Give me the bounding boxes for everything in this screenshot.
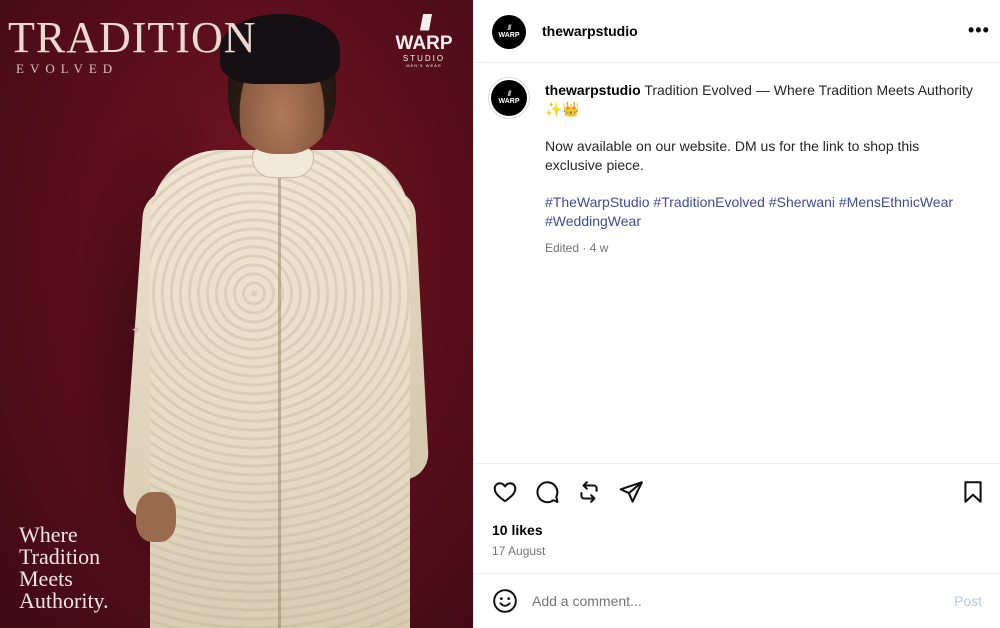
bookmark-icon[interactable]: [960, 479, 986, 505]
header-username[interactable]: thewarpstudio: [542, 23, 638, 39]
heart-icon[interactable]: [492, 479, 518, 505]
avatar-text: WARP: [498, 97, 520, 105]
caption-username[interactable]: thewarpstudio: [545, 82, 641, 98]
avatar-text: WARP: [498, 31, 520, 39]
comment-icon[interactable]: [534, 479, 560, 505]
post-comment-button[interactable]: Post: [954, 593, 982, 609]
post-side-panel: /// WARP thewarpstudio ••• /// WARP thew…: [473, 0, 1000, 628]
tagline-line-4: Authority.: [19, 588, 109, 613]
post-image[interactable]: ✦ TRADITION EVOLVED //// WARP STUDIO MEN…: [0, 0, 473, 628]
brand-studio: STUDIO: [402, 54, 446, 63]
caption-meta: Edited · 4 w: [545, 241, 609, 255]
sherwani-placket: [278, 160, 281, 628]
action-bar: 10 likes 17 August: [474, 463, 1000, 573]
repost-icon[interactable]: [576, 479, 602, 505]
caption-text: thewarpstudio Tradition Evolved — Where …: [545, 81, 975, 258]
brand-mens-wear: MEN'S WEAR: [406, 63, 442, 68]
emoji-icon[interactable]: [492, 588, 518, 614]
image-tagline: Where Tradition Meets Authority.: [19, 524, 109, 612]
caption-area: /// WARP thewarpstudio Tradition Evolved…: [474, 63, 1000, 463]
image-title: TRADITION: [8, 13, 257, 62]
model-hand: [136, 492, 176, 542]
caption-hashtags[interactable]: #TheWarpStudio #TraditionEvolved #Sherwa…: [545, 193, 975, 231]
caption-first-line: thewarpstudio Tradition Evolved — Where …: [545, 81, 975, 119]
post-header: /// WARP thewarpstudio •••: [474, 0, 1000, 63]
header-avatar[interactable]: /// WARP: [492, 15, 526, 49]
sparkle-icon: ✦: [131, 323, 142, 337]
caption-avatar-ring[interactable]: /// WARP: [488, 77, 530, 119]
share-icon[interactable]: [618, 479, 644, 505]
avatar-slashes-icon: ///: [507, 24, 512, 32]
caption-body: Now available on our website. DM us for …: [545, 138, 920, 173]
brand-slashes-icon: ////: [419, 10, 432, 35]
tagline-line-3: Meets: [19, 566, 73, 591]
brand-logo: //// WARP STUDIO MEN'S WEAR: [388, 10, 460, 69]
caption-avatar[interactable]: /// WARP: [491, 80, 527, 116]
likes-count[interactable]: 10 likes: [492, 522, 543, 538]
brand-word: WARP: [395, 33, 453, 54]
tagline-line-2: Tradition: [19, 544, 101, 569]
avatar-slashes-icon: ///: [507, 90, 512, 98]
more-horizontal-icon[interactable]: •••: [968, 20, 990, 41]
image-subtitle: EVOLVED: [16, 61, 119, 76]
comment-input[interactable]: [532, 590, 912, 612]
tagline-line-1: Where: [19, 522, 78, 547]
comment-bar: Post: [474, 573, 1000, 628]
post-date: 17 August: [492, 544, 546, 558]
